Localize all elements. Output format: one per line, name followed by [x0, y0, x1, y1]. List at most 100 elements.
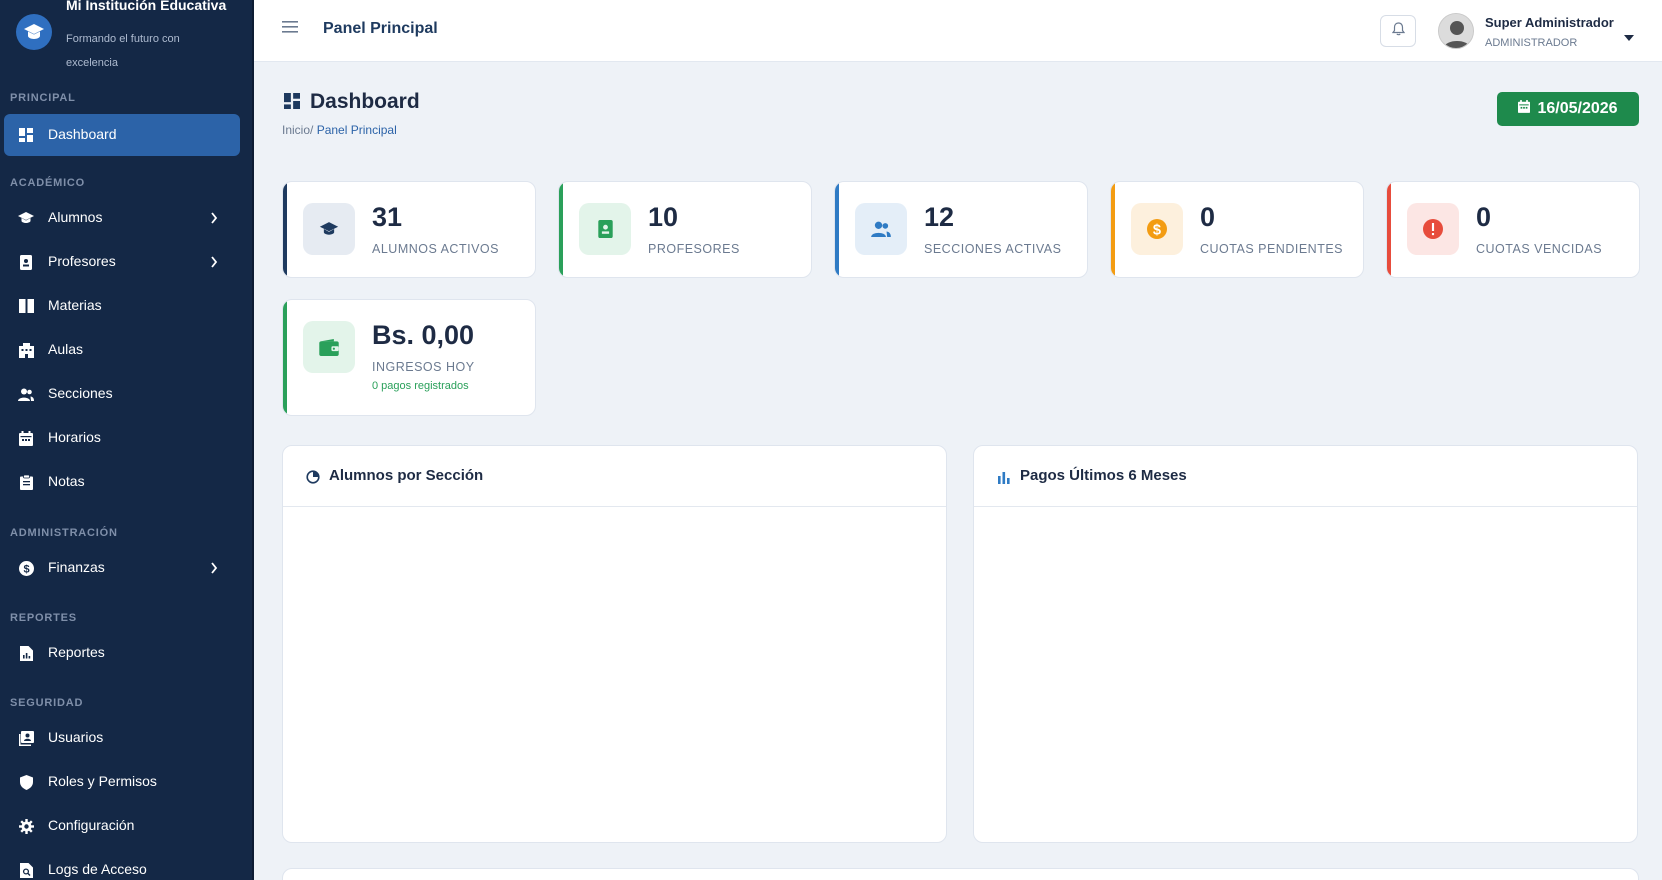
caret-down-icon	[1624, 28, 1634, 41]
dashboard-icon	[18, 127, 34, 143]
dollar-circle-icon: $	[18, 560, 34, 576]
section-title-principal: PRINCIPAL	[10, 92, 76, 104]
stat-label: SECCIONES ACTIVAS	[924, 242, 1062, 256]
panel-pagos-ultimos-6-meses: Pagos Últimos 6 Meses	[973, 445, 1638, 843]
brand: Mi Institución Educativa Formando el fut…	[0, 0, 252, 70]
sidebar-item-label: Roles y Permisos	[48, 773, 157, 789]
chevron-right-icon	[210, 255, 222, 269]
sidebar-item-label: Dashboard	[48, 126, 117, 142]
stat-subtext: 0 pagos registrados	[372, 380, 469, 392]
calendar-icon	[1518, 100, 1531, 118]
stat-value: 12	[924, 202, 955, 232]
sidebar-item-reportes[interactable]: Reportes	[4, 632, 240, 674]
section-title-reportes: REPORTES	[10, 612, 77, 624]
topbar: Panel Principal Super Administrador ADMI…	[254, 0, 1662, 62]
sidebar: Mi Institución Educativa Formando el fut…	[0, 0, 254, 880]
topbar-title: Panel Principal	[323, 20, 438, 37]
stat-accent-bar	[283, 182, 287, 277]
stat-accent-bar	[1387, 182, 1391, 277]
panel-title: Pagos Últimos 6 Meses	[1020, 467, 1187, 484]
shield-icon	[18, 774, 34, 790]
sidebar-item-label: Notas	[48, 473, 85, 489]
date-button[interactable]: 16/05/2026	[1497, 92, 1639, 126]
stat-card-ingresos-hoy: Bs. 0,00 INGRESOS HOY 0 pagos registrado…	[282, 299, 536, 416]
panel-header: Alumnos por Sección	[283, 446, 946, 507]
sidebar-item-usuarios[interactable]: Usuarios	[4, 717, 240, 759]
svg-text:$: $	[1153, 222, 1161, 238]
brand-subtitle: Formando el futuro con excelencia	[66, 33, 180, 69]
chevron-right-icon	[210, 561, 222, 575]
panel-alumnos-por-seccion: Alumnos por Sección	[282, 445, 947, 843]
graduation-cap-icon	[303, 203, 355, 255]
breadcrumb: Inicio/ Panel Principal	[282, 123, 397, 137]
sidebar-item-label: Finanzas	[48, 559, 105, 575]
sidebar-item-secciones[interactable]: Secciones	[4, 373, 240, 415]
sidebar-item-label: Logs de Acceso	[48, 861, 147, 877]
stat-value: 31	[372, 202, 403, 232]
wallet-icon	[303, 321, 355, 373]
stat-label: INGRESOS HOY	[372, 360, 475, 374]
section-title-academico: ACADÉMICO	[10, 177, 86, 189]
sidebar-item-profesores[interactable]: Profesores	[4, 241, 240, 283]
breadcrumb-home[interactable]: Inicio/	[282, 123, 313, 137]
users-icon	[855, 203, 907, 255]
pie-chart-icon	[306, 470, 320, 484]
panel-title: Alumnos por Sección	[329, 467, 484, 484]
clipboard-icon	[18, 474, 34, 490]
stat-card-alumnos-activos: 31 ALUMNOS ACTIVOS	[282, 181, 536, 278]
page-title: Dashboard	[310, 90, 420, 113]
hamburger-menu-icon[interactable]	[282, 20, 300, 38]
notifications-button[interactable]	[1380, 15, 1416, 47]
stat-accent-bar	[559, 182, 563, 277]
stat-label: CUOTAS VENCIDAS	[1476, 242, 1603, 256]
sidebar-item-horarios[interactable]: Horarios	[4, 417, 240, 459]
section-title-seguridad: SEGURIDAD	[10, 697, 84, 709]
stat-accent-bar	[283, 300, 287, 415]
sidebar-item-materias[interactable]: Materias	[4, 285, 240, 327]
stat-value: 0	[1200, 202, 1216, 232]
sidebar-item-label: Configuración	[48, 817, 135, 833]
sidebar-item-alumnos[interactable]: Alumnos	[4, 197, 240, 239]
sidebar-item-label: Materias	[48, 297, 102, 313]
users-icon	[18, 386, 34, 402]
section-title-administracion: ADMINISTRACIÓN	[10, 527, 118, 539]
stat-value: 10	[648, 202, 679, 232]
breadcrumb-current[interactable]: Panel Principal	[317, 123, 397, 137]
sidebar-item-aulas[interactable]: Aulas	[4, 329, 240, 371]
brand-title: Mi Institución Educativa	[66, 0, 227, 13]
search-file-icon	[18, 862, 34, 878]
avatar	[1438, 13, 1474, 49]
sidebar-item-logs-acceso[interactable]: Logs de Acceso	[4, 849, 240, 880]
stat-label: ALUMNOS ACTIVOS	[372, 242, 499, 256]
sidebar-item-notas[interactable]: Notas	[4, 461, 240, 503]
sidebar-item-label: Usuarios	[48, 729, 104, 745]
svg-text:$: $	[23, 563, 29, 575]
stat-card-profesores: 10 PROFESORES	[558, 181, 812, 278]
stat-label: PROFESORES	[648, 242, 740, 256]
stat-accent-bar	[835, 182, 839, 277]
building-icon	[18, 342, 34, 358]
stat-value: 0	[1476, 202, 1492, 232]
graduation-cap-logo-icon	[16, 14, 52, 50]
alert-circle-icon	[1407, 203, 1459, 255]
dashboard-icon	[284, 93, 300, 109]
chevron-right-icon	[210, 211, 222, 225]
panel-partial	[282, 868, 1639, 880]
sidebar-item-finanzas[interactable]: $ Finanzas	[4, 547, 240, 589]
user-card-icon	[18, 730, 34, 746]
stat-card-cuotas-pendientes: $ 0 CUOTAS PENDIENTES	[1110, 181, 1364, 278]
bell-icon	[1391, 21, 1405, 41]
sidebar-item-label: Alumnos	[48, 209, 103, 225]
bar-chart-icon	[997, 470, 1011, 484]
user-menu[interactable]: Super Administrador ADMINISTRADOR	[1438, 10, 1648, 52]
sidebar-item-label: Aulas	[48, 341, 84, 357]
sidebar-item-roles-permisos[interactable]: Roles y Permisos	[4, 761, 240, 803]
user-role: ADMINISTRADOR	[1485, 37, 1578, 49]
sidebar-item-label: Profesores	[48, 253, 116, 269]
sidebar-item-configuracion[interactable]: Configuración	[4, 805, 240, 847]
date-label: 16/05/2026	[1537, 100, 1618, 117]
sidebar-item-label: Horarios	[48, 429, 101, 445]
report-file-icon	[18, 645, 34, 661]
user-name: Super Administrador	[1485, 15, 1614, 30]
sidebar-item-dashboard[interactable]: Dashboard	[4, 114, 240, 156]
